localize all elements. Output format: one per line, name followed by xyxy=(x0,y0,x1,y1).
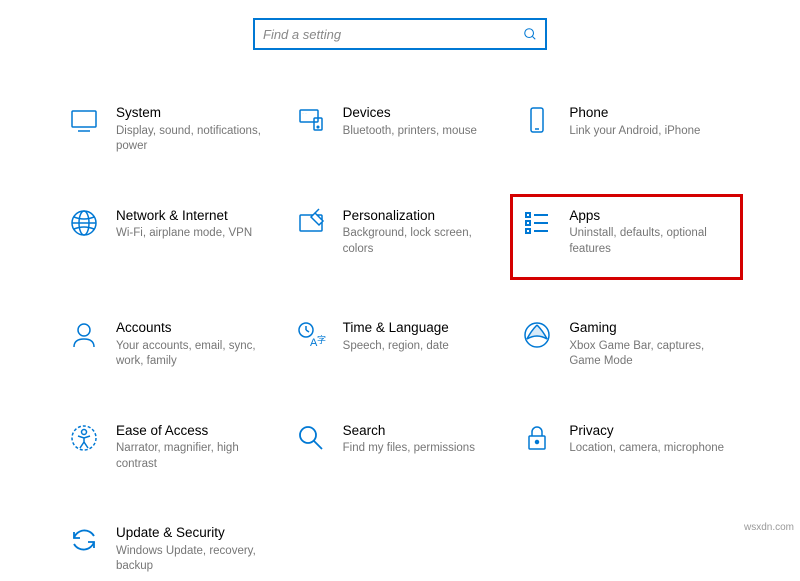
tile-desc: Link your Android, iPhone xyxy=(569,124,700,140)
network-icon xyxy=(68,207,100,239)
tile-desc: Narrator, magnifier, high contrast xyxy=(116,441,271,472)
tile-desc: Wi-Fi, airplane mode, VPN xyxy=(116,226,252,242)
update-security-icon xyxy=(68,524,100,556)
tile-title: Ease of Access xyxy=(116,422,271,440)
tile-title: Time & Language xyxy=(343,319,449,337)
search-category-icon xyxy=(295,422,327,454)
time-language-icon: A字 xyxy=(295,319,327,351)
tile-desc: Windows Update, recovery, backup xyxy=(116,544,271,575)
accounts-icon xyxy=(68,319,100,351)
tile-gaming[interactable]: Gaming Xbox Game Bar, captures, Game Mode xyxy=(513,313,740,376)
tile-search[interactable]: SearchFind my files, permissions xyxy=(287,416,514,479)
tile-personalization[interactable]: PersonalizationBackground, lock screen, … xyxy=(287,201,514,274)
settings-grid: System Display, sound, notifications, pow… xyxy=(0,50,800,581)
phone-icon xyxy=(521,104,553,136)
tile-privacy[interactable]: PrivacyLocation, camera, microphone xyxy=(513,416,740,479)
tile-title: Search xyxy=(343,422,475,440)
system-icon xyxy=(68,104,100,136)
tile-desc: Bluetooth, printers, mouse xyxy=(343,124,477,140)
tile-desc: Display, sound, notifications, power xyxy=(116,124,271,155)
tile-network[interactable]: Network & InternetWi-Fi, airplane mode, … xyxy=(60,201,287,274)
tile-system[interactable]: System Display, sound, notifications, pow… xyxy=(60,98,287,161)
tile-title: Personalization xyxy=(343,207,498,225)
tile-desc: Find my files, permissions xyxy=(343,441,475,457)
tile-title: Apps xyxy=(569,207,724,225)
tile-update-security[interactable]: Update & Security Windows Update, recover… xyxy=(60,518,287,581)
privacy-icon xyxy=(521,422,553,454)
search-box[interactable] xyxy=(253,18,547,50)
tile-devices[interactable]: Devices Bluetooth, printers, mouse xyxy=(287,98,514,161)
tile-desc: Uninstall, defaults, optional features xyxy=(569,226,724,257)
svg-text:字: 字 xyxy=(317,334,326,345)
watermark: wsxdn.com xyxy=(744,522,794,533)
tile-title: Phone xyxy=(569,104,700,122)
ease-of-access-icon xyxy=(68,422,100,454)
search-input[interactable] xyxy=(263,27,523,42)
tile-desc: Your accounts, email, sync, work, family xyxy=(116,339,271,370)
tile-phone[interactable]: Phone Link your Android, iPhone xyxy=(513,98,740,161)
tile-title: Privacy xyxy=(569,422,724,440)
tile-desc: Xbox Game Bar, captures, Game Mode xyxy=(569,339,724,370)
tile-title: Gaming xyxy=(569,319,724,337)
tile-desc: Speech, region, date xyxy=(343,339,449,355)
tile-title: Devices xyxy=(343,104,477,122)
tile-title: Network & Internet xyxy=(116,207,252,225)
tile-title: Accounts xyxy=(116,319,271,337)
tile-desc: Location, camera, microphone xyxy=(569,441,724,457)
gaming-icon xyxy=(521,319,553,351)
tile-desc: Background, lock screen, colors xyxy=(343,226,498,257)
personalization-icon xyxy=(295,207,327,239)
tile-ease-of-access[interactable]: Ease of AccessNarrator, magnifier, high … xyxy=(60,416,287,479)
devices-icon xyxy=(295,104,327,136)
tile-apps[interactable]: AppsUninstall, defaults, optional featur… xyxy=(510,194,743,281)
tile-time-language[interactable]: A字 Time & Language Speech, region, date xyxy=(287,313,514,376)
tile-title: System xyxy=(116,104,271,122)
apps-icon xyxy=(521,207,553,239)
search-icon xyxy=(523,27,537,41)
tile-title: Update & Security xyxy=(116,524,271,542)
tile-accounts[interactable]: Accounts Your accounts, email, sync, work… xyxy=(60,313,287,376)
